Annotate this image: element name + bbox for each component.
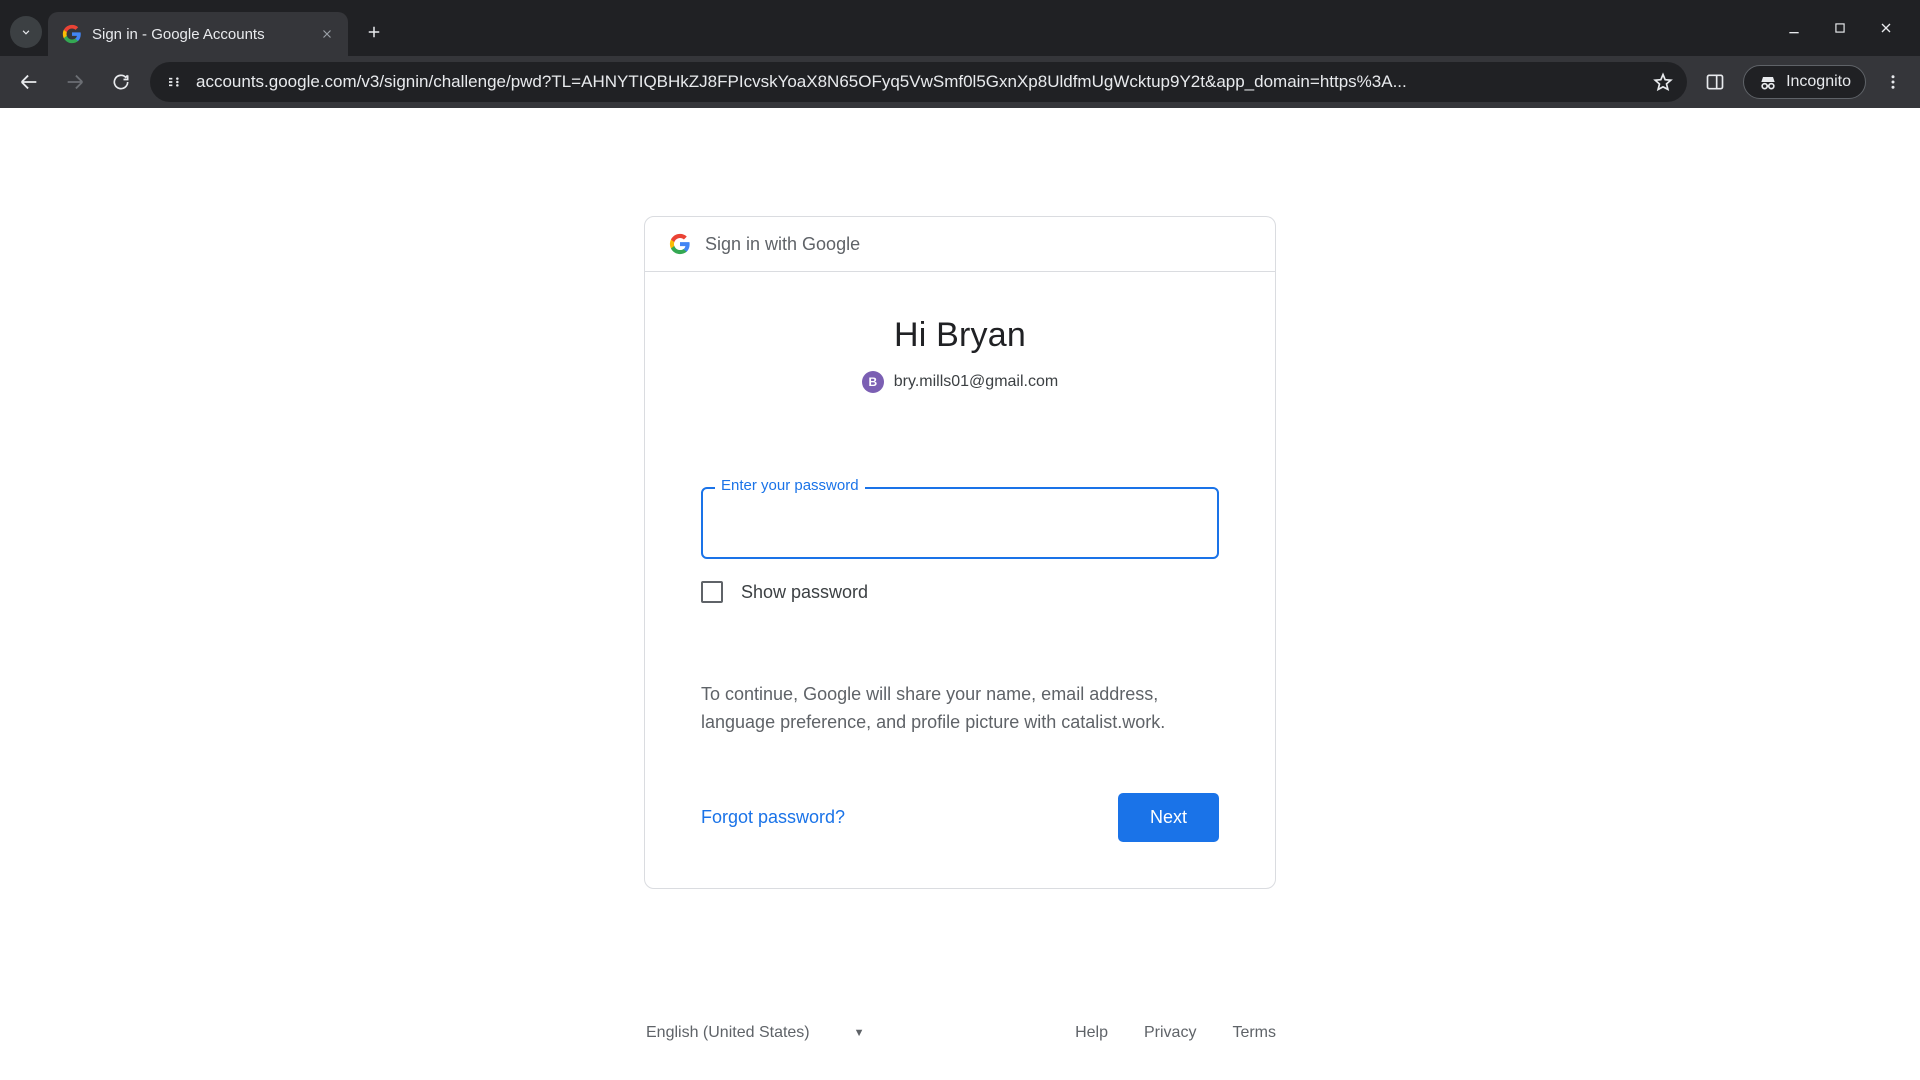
password-label: Enter your password: [715, 477, 865, 494]
card-header-title: Sign in with Google: [705, 234, 860, 255]
password-input[interactable]: [701, 487, 1219, 559]
bookmark-star-icon[interactable]: [1653, 72, 1673, 92]
sidepanel-icon[interactable]: [1705, 72, 1725, 92]
browser-toolbar: accounts.google.com/v3/signin/challenge/…: [0, 56, 1920, 108]
show-password-label: Show password: [741, 582, 868, 603]
forgot-password-link[interactable]: Forgot password?: [701, 807, 845, 828]
page-footer: English (United States) ▼ Help Privacy T…: [644, 1020, 1276, 1046]
greeting-heading: Hi Bryan: [701, 316, 1219, 355]
show-password-toggle[interactable]: Show password: [701, 581, 1219, 603]
tab-title: Sign in - Google Accounts: [92, 26, 310, 43]
nav-reload-button[interactable]: [104, 65, 138, 99]
footer-help-link[interactable]: Help: [1075, 1024, 1108, 1042]
footer-links: Help Privacy Terms: [1075, 1024, 1276, 1042]
signin-card: Sign in with Google Hi Bryan B bry.mills…: [644, 216, 1276, 889]
nav-back-button[interactable]: [12, 65, 46, 99]
window-close-button[interactable]: [1876, 18, 1896, 38]
chevron-down-icon: [19, 25, 33, 39]
window-controls: [1784, 0, 1914, 56]
window-minimize-button[interactable]: [1784, 18, 1804, 38]
plus-icon: [365, 23, 383, 41]
dropdown-triangle-icon: ▼: [854, 1027, 865, 1039]
password-field-wrap: Enter your password: [701, 487, 1219, 559]
card-header: Sign in with Google: [645, 217, 1275, 272]
tab-strip: Sign in - Google Accounts: [0, 0, 1920, 56]
google-logo-icon: [669, 233, 691, 255]
url-text: accounts.google.com/v3/signin/challenge/…: [196, 72, 1641, 92]
card-actions: Forgot password? Next: [701, 793, 1219, 842]
card-body: Hi Bryan B bry.mills01@gmail.com Enter y…: [645, 272, 1275, 888]
arrow-left-icon: [18, 71, 40, 93]
language-label: English (United States): [646, 1024, 810, 1042]
new-tab-button[interactable]: [356, 14, 392, 50]
avatar: B: [862, 371, 884, 393]
nav-forward-button[interactable]: [58, 65, 92, 99]
language-selector[interactable]: English (United States) ▼: [644, 1020, 867, 1046]
next-button[interactable]: Next: [1118, 793, 1219, 842]
tab-close-icon[interactable]: [320, 27, 334, 41]
page-viewport: Sign in with Google Hi Bryan B bry.mills…: [0, 108, 1920, 1080]
address-bar[interactable]: accounts.google.com/v3/signin/challenge/…: [150, 62, 1687, 102]
kebab-menu-icon[interactable]: [1884, 73, 1902, 91]
google-favicon-icon: [62, 24, 82, 44]
footer-terms-link[interactable]: Terms: [1232, 1024, 1276, 1042]
incognito-indicator[interactable]: Incognito: [1743, 65, 1866, 99]
arrow-right-icon: [64, 71, 86, 93]
incognito-label: Incognito: [1786, 73, 1851, 91]
reload-icon: [111, 72, 131, 92]
disclosure-text: To continue, Google will share your name…: [701, 681, 1219, 737]
incognito-icon: [1758, 72, 1778, 92]
account-chip[interactable]: B bry.mills01@gmail.com: [701, 371, 1219, 393]
site-settings-icon[interactable]: [164, 72, 184, 92]
browser-tab[interactable]: Sign in - Google Accounts: [48, 12, 348, 56]
toolbar-right: Incognito: [1699, 65, 1908, 99]
account-email: bry.mills01@gmail.com: [894, 373, 1058, 391]
footer-privacy-link[interactable]: Privacy: [1144, 1024, 1196, 1042]
tab-search-button[interactable]: [10, 16, 42, 48]
checkbox-icon: [701, 581, 723, 603]
window-maximize-button[interactable]: [1830, 18, 1850, 38]
